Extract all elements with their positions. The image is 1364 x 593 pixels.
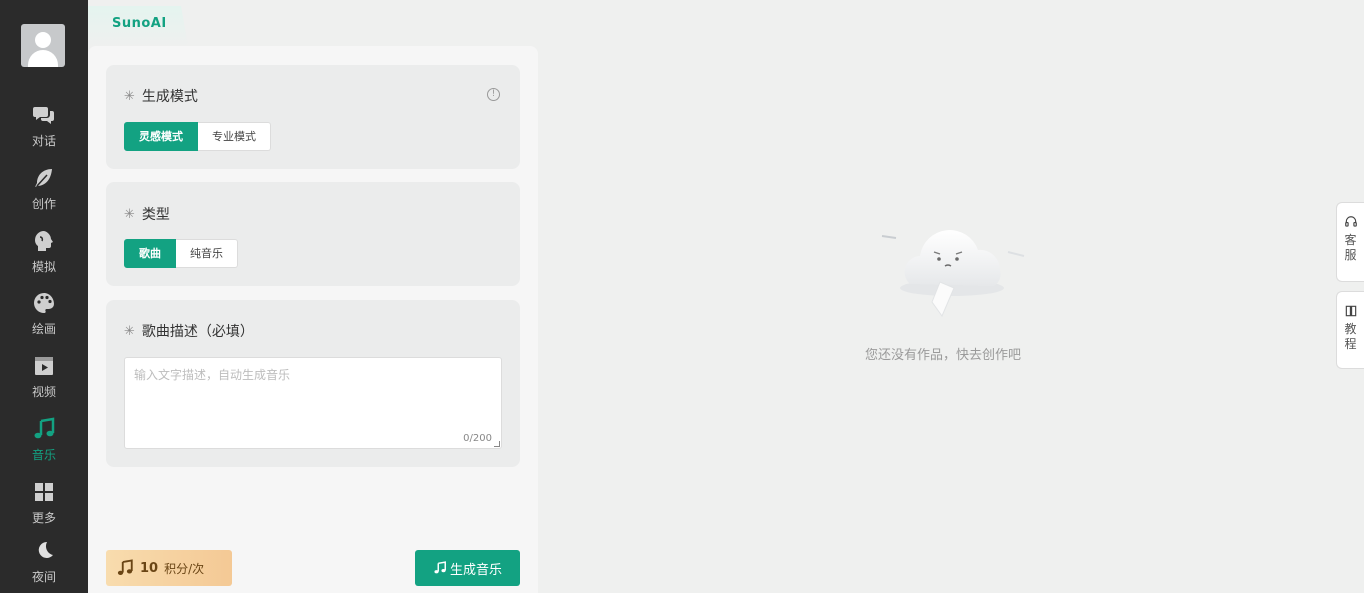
sidebar-item-label: 创作 (31, 197, 56, 211)
sidebar: 对话 创作 模拟 绘画 视频 音乐 更多 夜间 (0, 0, 88, 593)
mode-card: ✳ 生成模式 ! 灵感模式 专业模式 (106, 65, 520, 169)
sidebar-item-video[interactable]: 视频 (0, 354, 88, 410)
resize-handle[interactable] (494, 441, 500, 447)
customer-service-label: 客服 (1344, 233, 1357, 262)
tab-sunoai[interactable]: SunoAI (88, 6, 188, 46)
sidebar-item-simulate[interactable]: 模拟 (0, 229, 88, 285)
required-star-icon: ✳ (124, 206, 135, 222)
sidebar-item-label: 绘画 (31, 322, 56, 336)
empty-state-message: 您还没有作品，快去创作吧 (865, 348, 1022, 363)
music-note-icon (434, 561, 446, 574)
sidebar-item-label: 音乐 (31, 448, 56, 462)
tutorial-label: 教程 (1344, 322, 1357, 351)
sidebar-item-label: 夜间 (31, 570, 56, 584)
sidebar-item-chat[interactable]: 对话 (0, 103, 88, 159)
type-card: ✳ 类型 歌曲 纯音乐 (106, 182, 520, 286)
video-icon (35, 357, 53, 375)
feather-icon (35, 169, 52, 187)
mode-pro-button[interactable]: 专业模式 (198, 122, 271, 151)
type-title: ✳ 类型 (124, 206, 170, 224)
sidebar-item-music[interactable]: 音乐 (0, 417, 88, 473)
music-note-icon (117, 559, 133, 575)
book-icon (1345, 305, 1356, 317)
mode-title: ✳ 生成模式 (124, 88, 198, 106)
moon-icon (38, 541, 53, 558)
description-card: ✳ 歌曲描述（必填） 0/200 (106, 300, 520, 467)
chat-bubbles-icon (33, 107, 54, 124)
headset-icon (1344, 216, 1357, 227)
cost-number: 10 (140, 560, 159, 576)
description-title: ✳ 歌曲描述（必填） (124, 323, 254, 341)
mode-inspiration-button[interactable]: 灵感模式 (124, 122, 198, 151)
description-field-wrap: 0/200 (124, 357, 502, 449)
music-settings-panel: ✳ 生成模式 ! 灵感模式 专业模式 ✳ 类型 歌曲 纯音乐 ✳ 歌曲描述（必填… (88, 46, 538, 593)
empty-cloud-illustration (881, 230, 1025, 318)
sidebar-item-draw[interactable]: 绘画 (0, 291, 88, 347)
mode-selector: 灵感模式 专业模式 (124, 122, 271, 151)
avatar[interactable] (21, 24, 65, 67)
sidebar-item-label: 更多 (31, 511, 56, 525)
required-star-icon: ✳ (124, 88, 135, 104)
char-counter: 0/200 (463, 433, 492, 444)
sidebar-item-label: 模拟 (31, 260, 56, 274)
grid-icon (35, 483, 53, 501)
cost-unit: 积分/次 (164, 561, 205, 576)
customer-service-button[interactable]: 客服 (1336, 202, 1364, 282)
sidebar-item-label: 对话 (31, 134, 56, 148)
type-song-button[interactable]: 歌曲 (124, 239, 176, 268)
generate-button-label: 生成音乐 (449, 562, 502, 578)
sidebar-item-label: 视频 (31, 385, 56, 399)
description-textarea[interactable] (125, 358, 501, 448)
required-star-icon: ✳ (124, 323, 135, 339)
tutorial-button[interactable]: 教程 (1336, 291, 1364, 369)
type-selector: 歌曲 纯音乐 (124, 239, 238, 268)
type-instrumental-button[interactable]: 纯音乐 (176, 239, 238, 268)
head-profile-icon (35, 231, 53, 251)
cost-badge: 10 积分/次 (106, 550, 232, 586)
sidebar-item-night[interactable]: 夜间 (0, 539, 88, 593)
generate-music-button[interactable]: 生成音乐 (415, 550, 520, 586)
music-note-icon (34, 417, 55, 439)
info-icon[interactable]: ! (487, 88, 500, 101)
sidebar-item-more[interactable]: 更多 (0, 480, 88, 536)
palette-icon (34, 293, 54, 313)
sidebar-item-create[interactable]: 创作 (0, 166, 88, 222)
tab-label: SunoAI (112, 16, 167, 31)
